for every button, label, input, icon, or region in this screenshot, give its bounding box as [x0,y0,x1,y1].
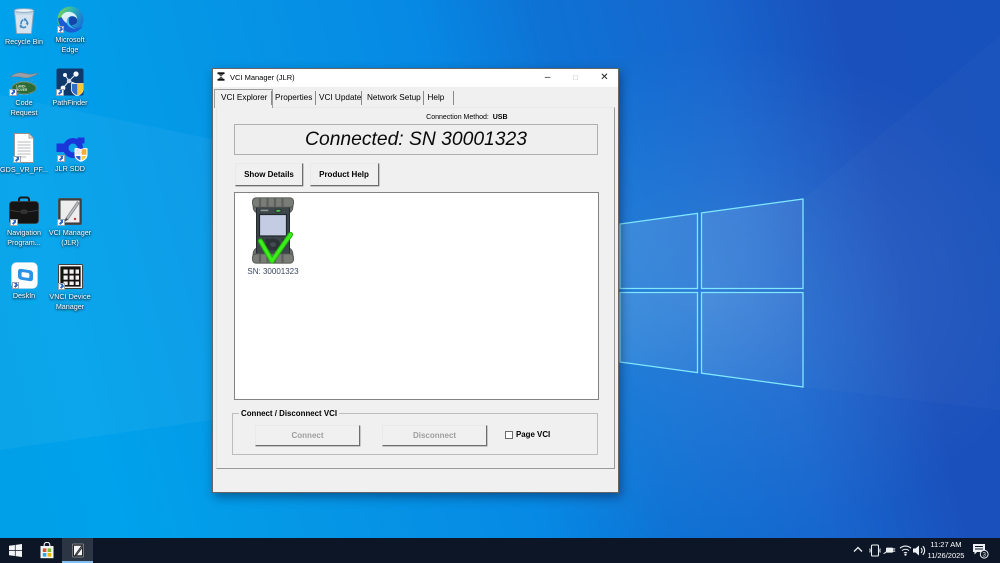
svg-text:3: 3 [982,552,986,559]
svg-text:ROVER: ROVER [16,88,28,92]
